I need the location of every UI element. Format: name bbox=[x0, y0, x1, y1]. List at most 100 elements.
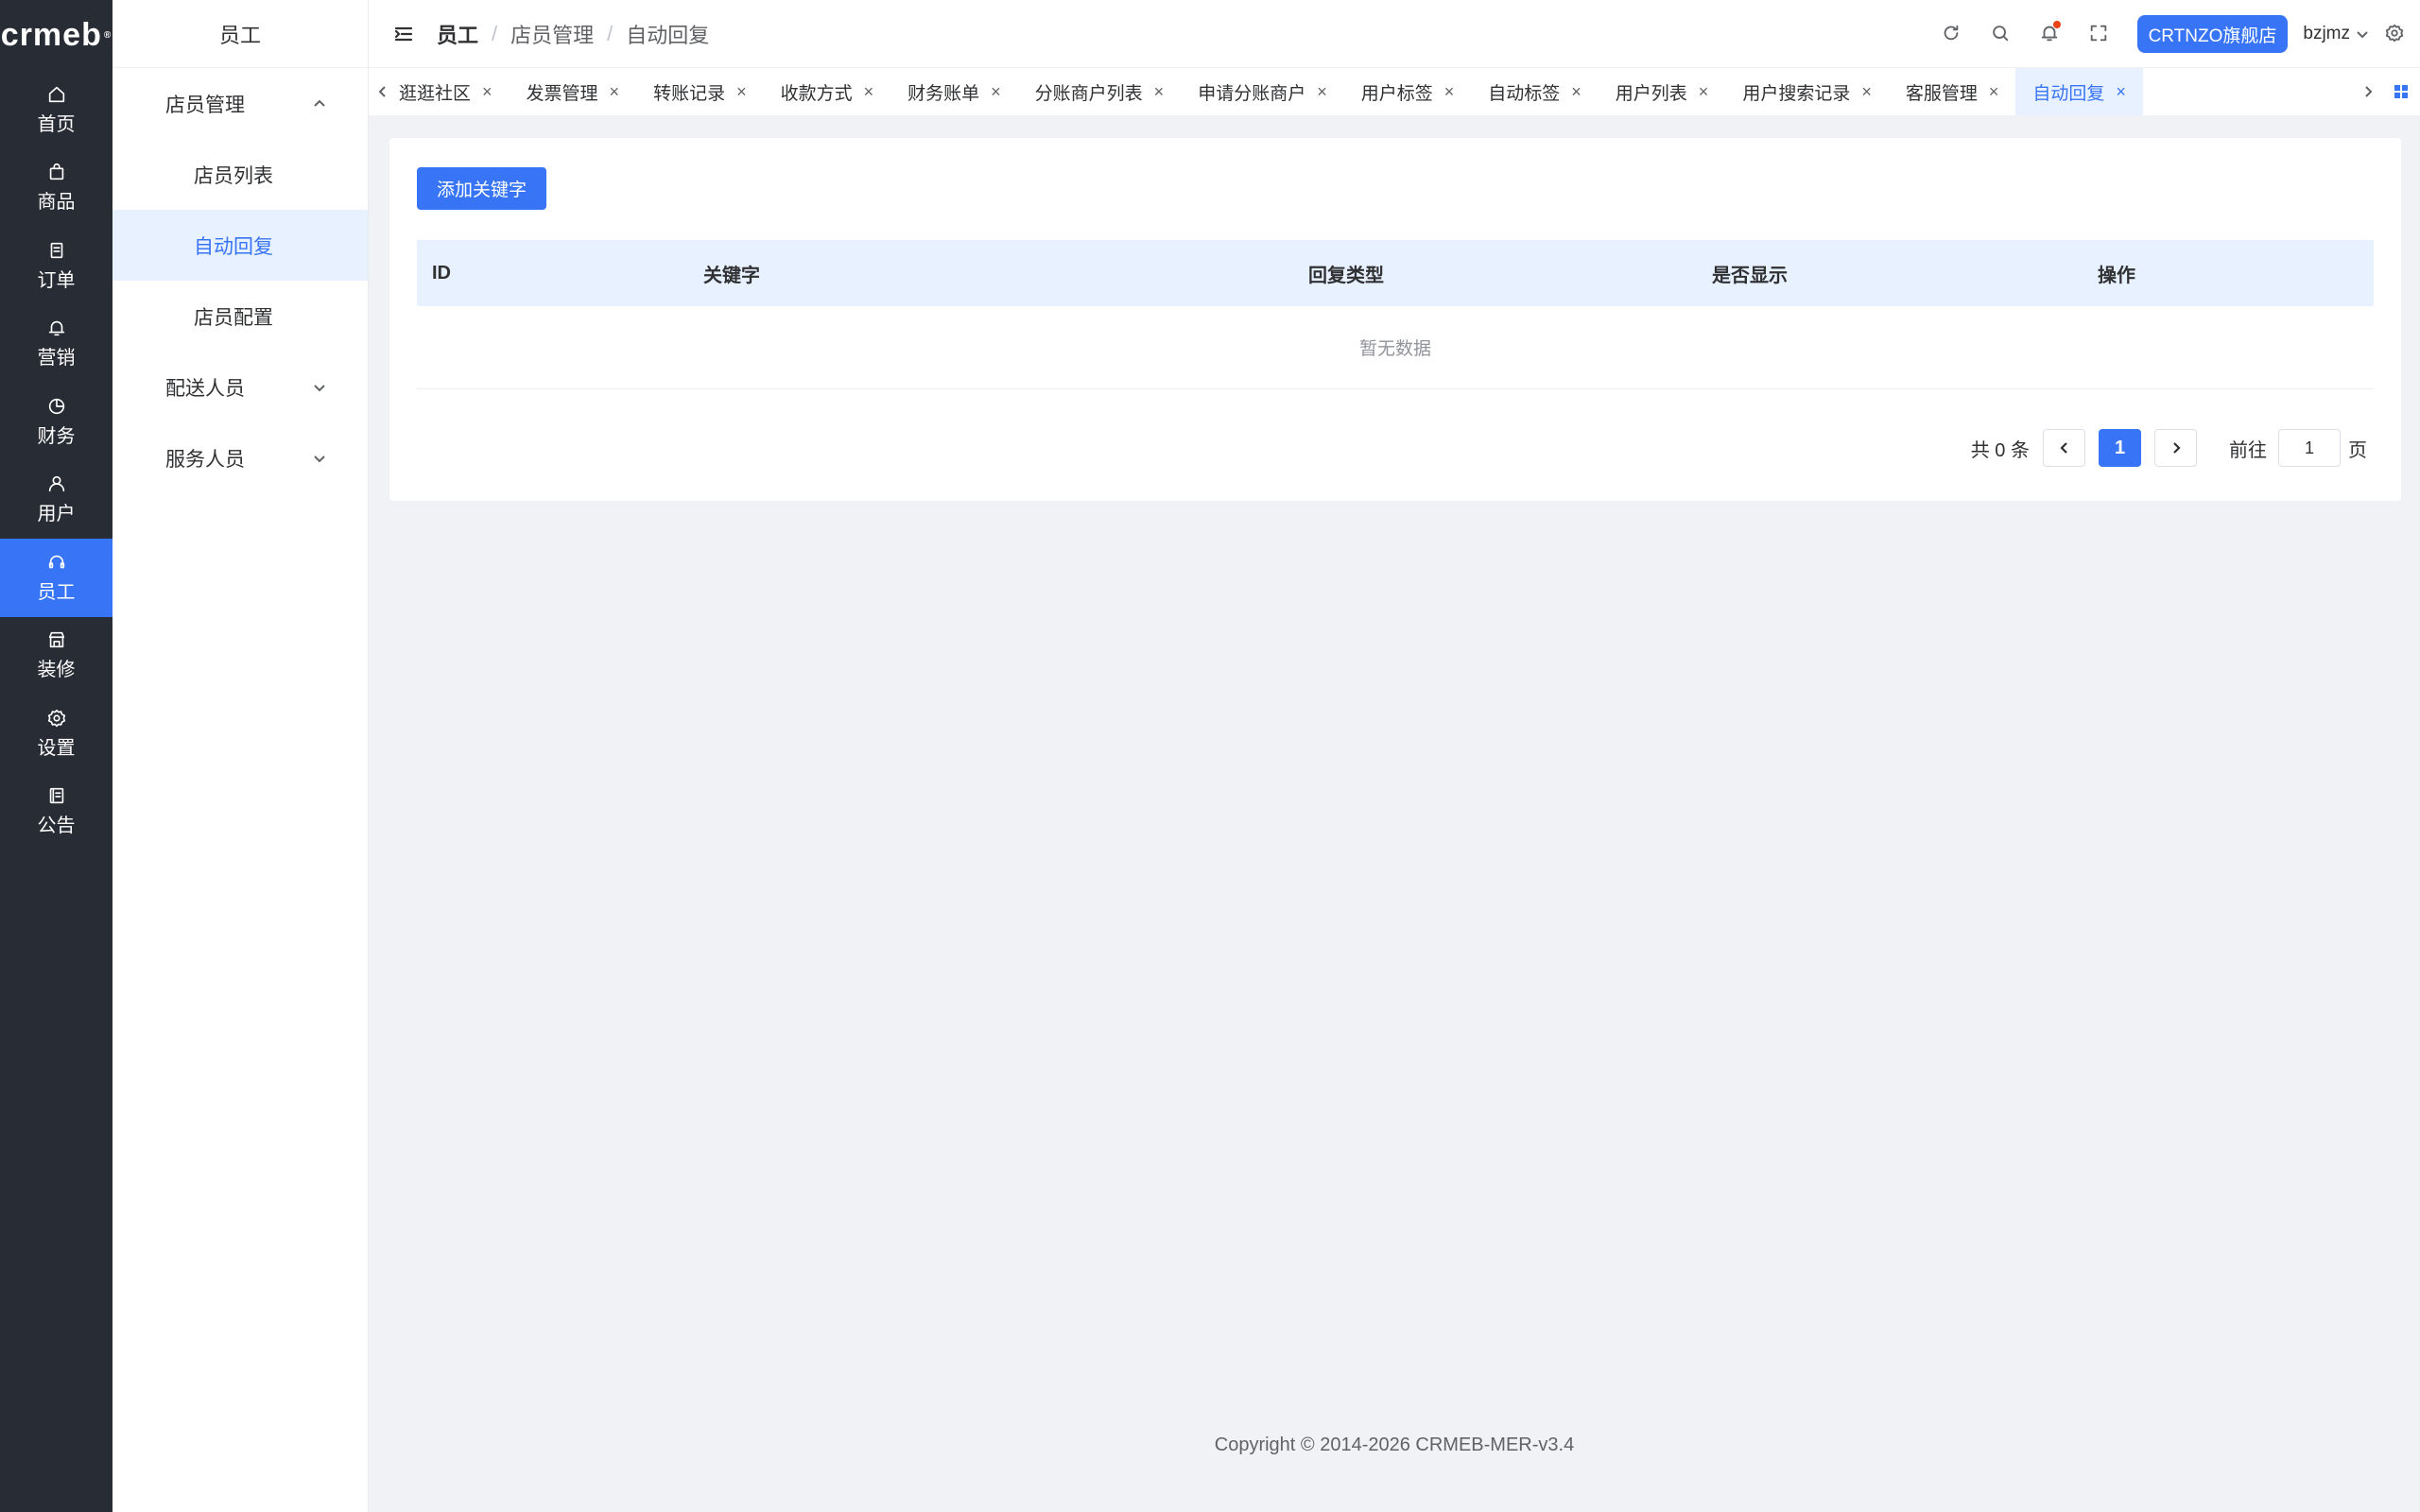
document-icon bbox=[50, 242, 62, 258]
copyright-footer: Copyright © 2014-2026 CRMEB-MER-v3.4 bbox=[1214, 1435, 1575, 1455]
breadcrumb-current-section[interactable]: 员工 bbox=[437, 19, 478, 49]
user-dropdown[interactable]: bzjmz bbox=[2303, 24, 2369, 44]
notification-dot bbox=[2052, 21, 2061, 28]
chevron-down-icon bbox=[314, 455, 325, 462]
tab-user-search[interactable]: 用户搜索记录 × bbox=[1725, 68, 1889, 115]
tab-apply-split[interactable]: 申请分账商户 × bbox=[1181, 68, 1344, 115]
add-keyword-button[interactable]: 添加关键字 bbox=[417, 167, 546, 210]
tab-auto-tags[interactable]: 自动标签 × bbox=[1471, 68, 1599, 115]
close-icon[interactable]: × bbox=[736, 82, 747, 102]
tab-invoice[interactable]: 发票管理 × bbox=[510, 68, 637, 115]
goto-suffix: 页 bbox=[2348, 439, 2367, 461]
fullscreen-button[interactable] bbox=[2088, 23, 2111, 45]
close-icon[interactable]: × bbox=[1989, 82, 1999, 102]
rail-item-notice[interactable]: 公告 bbox=[0, 773, 112, 851]
notice-icon bbox=[49, 788, 63, 804]
breadcrumb-separator: / bbox=[607, 21, 614, 45]
chevron-up-icon bbox=[314, 99, 325, 107]
top-header: 员工 / 店员管理 / 自动回复 CRTNZO旗舰店 bzjmz bbox=[369, 0, 2420, 68]
tab-user-list[interactable]: 用户列表 × bbox=[1599, 68, 1726, 115]
chevron-right-icon bbox=[2172, 442, 2181, 454]
search-icon bbox=[1992, 26, 2008, 42]
close-icon[interactable]: × bbox=[2116, 82, 2126, 102]
goto-page-input[interactable] bbox=[2278, 429, 2341, 467]
submenu-item-staff-config[interactable]: 店员配置 bbox=[112, 281, 368, 352]
submenu-group-service[interactable]: 服务人员 bbox=[112, 422, 368, 493]
refresh-button[interactable] bbox=[1941, 23, 1963, 45]
column-header-visible: 是否显示 bbox=[1712, 265, 1788, 286]
shop-icon bbox=[48, 632, 64, 648]
store-button[interactable]: CRTNZO旗舰店 bbox=[2136, 15, 2289, 53]
settings-button[interactable] bbox=[2384, 23, 2407, 45]
chevron-right-icon bbox=[2365, 86, 2373, 97]
close-icon[interactable]: × bbox=[1699, 82, 1709, 102]
crmeb-logo[interactable]: crmeb ® bbox=[0, 0, 112, 71]
close-icon[interactable]: × bbox=[991, 82, 1001, 102]
tab-split-merchants[interactable]: 分账商户列表 × bbox=[1018, 68, 1182, 115]
prev-page-button[interactable] bbox=[2043, 429, 2085, 467]
content-card: 添加关键字 ID 关键字 回复类型 是否显示 操作 暂无数据 共 0 条 1 前… bbox=[389, 138, 2401, 501]
tab-finance-bills[interactable]: 财务账单 × bbox=[890, 68, 1018, 115]
home-icon bbox=[48, 86, 64, 102]
header-toolbar: CRTNZO旗舰店 bzjmz bbox=[1914, 0, 2420, 68]
next-page-button[interactable] bbox=[2154, 429, 2197, 467]
close-icon[interactable]: × bbox=[1317, 82, 1327, 102]
gear-icon bbox=[47, 709, 65, 727]
rail-item-users[interactable]: 用户 bbox=[0, 461, 112, 540]
menu-fold-button[interactable] bbox=[393, 24, 414, 44]
breadcrumb-item[interactable]: 店员管理 bbox=[510, 19, 594, 49]
tab-customer-service[interactable]: 客服管理 × bbox=[1889, 68, 2016, 115]
bag-icon bbox=[49, 163, 63, 180]
search-button[interactable] bbox=[1990, 23, 2013, 45]
close-icon[interactable]: × bbox=[1154, 82, 1165, 102]
chevron-left-icon bbox=[2059, 442, 2067, 454]
column-header-keyword: 关键字 bbox=[703, 265, 760, 286]
close-icon[interactable]: × bbox=[1861, 82, 1872, 102]
goto-label: 前往 bbox=[2229, 439, 2267, 461]
tab-bar: 逛逛社区 × 发票管理 × 转账记录 × 收款方式 × 财务账单 × 分账商户列表 × 申请… bbox=[369, 68, 2420, 115]
grid-icon bbox=[2394, 85, 2408, 98]
submenu-group-delivery[interactable]: 配送人员 bbox=[112, 352, 368, 422]
close-icon[interactable]: × bbox=[1571, 82, 1582, 102]
breadcrumb-separator: / bbox=[492, 21, 498, 45]
fullscreen-icon bbox=[2090, 25, 2106, 42]
tab-scroll-right-button[interactable] bbox=[2354, 68, 2382, 115]
submenu-group-store-staff[interactable]: 店员管理 bbox=[112, 68, 368, 139]
keyword-table: ID 关键字 回复类型 是否显示 操作 暂无数据 bbox=[417, 240, 2374, 389]
pagination: 共 0 条 1 前往 页 bbox=[1971, 429, 2367, 467]
table-header: ID 关键字 回复类型 是否显示 操作 bbox=[417, 240, 2374, 306]
user-icon bbox=[48, 476, 64, 492]
rail-item-staff[interactable]: 员工 bbox=[0, 539, 112, 617]
headset-icon bbox=[48, 555, 64, 569]
tab-payment-methods[interactable]: 收款方式 × bbox=[764, 68, 891, 115]
rail-item-decoration[interactable]: 装修 bbox=[0, 617, 112, 696]
tab-user-tags[interactable]: 用户标签 × bbox=[1344, 68, 1472, 115]
rail-item-settings[interactable]: 设置 bbox=[0, 695, 112, 773]
tab-community[interactable]: 逛逛社区 × bbox=[397, 68, 510, 115]
chevron-left-icon bbox=[378, 86, 386, 97]
staff-submenu: 员工 店员管理 店员列表 自动回复 店员配置 配送人员 服务人员 bbox=[112, 0, 369, 1512]
submenu-title: 员工 bbox=[112, 0, 368, 68]
column-header-id: ID bbox=[432, 262, 451, 284]
breadcrumb: 员工 / 店员管理 / 自动回复 bbox=[437, 19, 709, 49]
tab-auto-reply[interactable]: 自动回复 × bbox=[2015, 68, 2143, 115]
close-icon[interactable]: × bbox=[864, 82, 874, 102]
close-icon[interactable]: × bbox=[1444, 82, 1455, 102]
rail-item-orders[interactable]: 订单 bbox=[0, 227, 112, 305]
page-number-button[interactable]: 1 bbox=[2099, 429, 2141, 467]
notification-button[interactable] bbox=[2039, 21, 2062, 45]
close-icon[interactable]: × bbox=[610, 82, 620, 102]
rail-item-finance[interactable]: 财务 bbox=[0, 383, 112, 461]
tab-transfer[interactable]: 转账记录 × bbox=[636, 68, 764, 115]
rail-item-marketing[interactable]: 营销 bbox=[0, 305, 112, 384]
gear-icon bbox=[2385, 24, 2404, 43]
rail-item-home[interactable]: 首页 bbox=[0, 71, 112, 149]
tab-menu-button[interactable] bbox=[2382, 68, 2420, 115]
chevron-down-icon bbox=[314, 384, 325, 391]
submenu-item-auto-reply[interactable]: 自动回复 bbox=[112, 210, 368, 281]
tab-scroll-left-button[interactable] bbox=[369, 68, 397, 115]
rail-item-products[interactable]: 商品 bbox=[0, 149, 112, 228]
pie-chart-icon bbox=[48, 398, 64, 414]
close-icon[interactable]: × bbox=[482, 82, 493, 102]
submenu-item-staff-list[interactable]: 店员列表 bbox=[112, 139, 368, 210]
